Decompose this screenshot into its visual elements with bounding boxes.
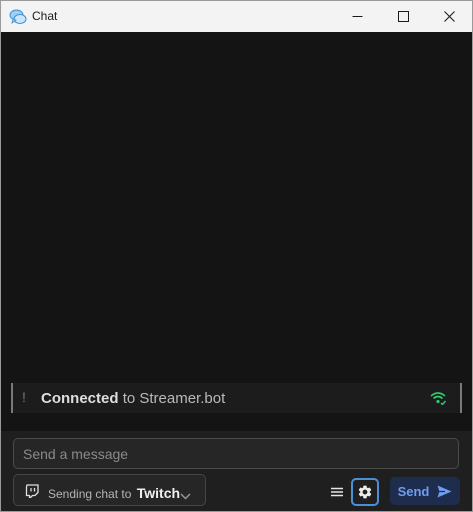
message-input[interactable] — [13, 438, 459, 469]
window-title: Chat — [32, 9, 58, 23]
minimize-button[interactable] — [334, 1, 380, 32]
chat-window: Chat ! Connected to Streamer.bot — [0, 0, 473, 512]
menu-button[interactable] — [329, 485, 345, 499]
settings-button[interactable] — [351, 478, 379, 506]
connection-status-banner: ! Connected to Streamer.bot — [11, 383, 462, 413]
maximize-button[interactable] — [380, 1, 426, 32]
paper-plane-icon — [437, 485, 452, 497]
status-target-label: to Streamer.bot — [122, 390, 226, 407]
chevron-down-icon — [180, 487, 191, 505]
gear-icon — [358, 485, 372, 499]
platform-selector[interactable]: Sending chat to Twitch — [13, 474, 206, 506]
twitch-icon — [25, 484, 39, 503]
status-text: Connected to Streamer.bot — [41, 390, 225, 407]
close-icon — [443, 11, 455, 22]
wifi-connected-icon — [430, 391, 447, 410]
send-label: Send — [397, 483, 430, 499]
send-button[interactable]: Send — [390, 477, 460, 505]
status-alert-mark: ! — [22, 389, 26, 405]
chat-messages-area[interactable] — [1, 32, 472, 379]
platform-name: Twitch — [136, 485, 181, 501]
platform-label: Sending chat to Twitch — [48, 485, 180, 501]
minimize-icon — [352, 16, 362, 17]
platform-prefix: Sending chat to — [48, 487, 132, 501]
close-button[interactable] — [426, 1, 472, 32]
maximize-icon — [397, 11, 409, 22]
hamburger-menu-icon — [331, 487, 343, 497]
status-connected-label: Connected — [41, 390, 119, 407]
chat-bubbles-icon — [9, 8, 27, 26]
title-bar: Chat — [1, 1, 472, 32]
